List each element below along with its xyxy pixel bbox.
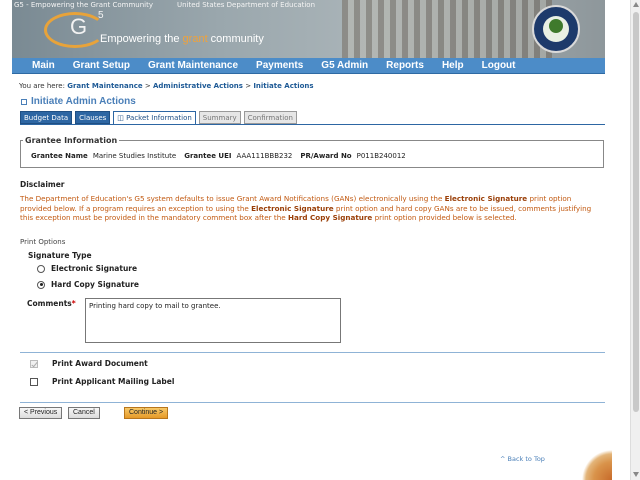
tab-confirmation: Confirmation [243,111,297,124]
nav-help[interactable]: Help [442,60,464,71]
back-to-top-link[interactable]: ^ Back to Top [500,455,545,463]
tab-packet-information[interactable]: ◫ Packet Information [113,111,196,125]
divider-top [20,352,605,353]
tab-strip: Budget Data Clauses ◫ Packet Information… [20,111,300,125]
print-award-document-checkbox [30,359,38,368]
corner-decoration [555,450,612,480]
grantee-name-value: Marine Studies Institute [92,152,177,160]
breadcrumb-grant-maintenance[interactable]: Grant Maintenance [67,82,142,90]
electronic-signature-label: Electronic Signature [51,264,138,273]
tagline-accent: grant [182,33,208,45]
divider-bottom [20,402,605,403]
g5-logo-letter: G [70,14,88,39]
tab-budget-data[interactable]: Budget Data [20,111,73,124]
main-nav: Main Grant Setup Grant Maintenance Payme… [12,58,605,74]
cancel-button[interactable]: Cancel [68,407,100,419]
breadcrumb-administrative-actions[interactable]: Administrative Actions [153,82,243,90]
pr-award-label: PR/Award No [300,152,352,160]
print-award-document-label: Print Award Document [52,359,148,368]
nav-g5-admin[interactable]: G5 Admin [321,60,368,71]
comments-label-text: Comments [27,299,72,308]
grantee-uei-label: Grantee UEI [184,152,232,160]
previous-button[interactable]: < Previous [19,407,63,419]
collapse-icon[interactable] [21,98,27,105]
vertical-scrollbar[interactable] [630,0,640,480]
nav-main[interactable]: Main [32,60,55,71]
comments-label: Comments* [27,299,76,308]
nav-payments[interactable]: Payments [256,60,303,71]
print-mailing-label-checkbox[interactable] [30,377,38,386]
required-asterisk: * [71,299,76,308]
hard-copy-signature-option[interactable]: Hard Copy Signature [37,280,139,289]
comments-textarea[interactable]: Printing hard copy to mail to grantee. [85,298,341,343]
nav-grant-setup[interactable]: Grant Setup [73,60,130,71]
seal-alt-text: United States Department of Education [177,1,316,9]
disclaimer-title: Disclaimer [20,180,65,189]
g5-logo-superscript: 5 [98,10,104,21]
disclaimer-bold2: Electronic Signature [251,203,334,213]
disclaimer-bold1: Electronic Signature [444,194,528,203]
seal-tree-icon [549,19,563,33]
disclaimer-bold3: Hard Copy Signature [287,213,373,223]
disclaimer-part4: print option provided below is selected. [372,213,517,223]
electronic-signature-radio[interactable] [37,264,45,273]
grantee-uei-value: AAA111BBB232 [236,152,293,160]
library-shelves-image [342,0,552,58]
tab-underline [20,124,605,125]
breadcrumb-initiate-actions[interactable]: Initiate Actions [253,82,313,90]
department-seal-icon [532,5,580,53]
hard-copy-signature-label: Hard Copy Signature [51,280,139,289]
tab-active-icon: ◫ [117,114,127,122]
nav-grant-maintenance[interactable]: Grant Maintenance [148,60,238,71]
tagline-prefix: Empowering the [100,33,183,45]
electronic-signature-option[interactable]: Electronic Signature [37,264,137,273]
page-title: Initiate Admin Actions [21,96,136,107]
grantee-name-label: Grantee Name [31,152,88,160]
print-mailing-label-label: Print Applicant Mailing Label [52,377,175,386]
header-banner: G5 - Empowering the Grant Community Unit… [12,0,605,58]
grantee-information-legend: Grantee Information [23,136,120,145]
page-title-text: Initiate Admin Actions [31,96,136,107]
disclaimer-text: The Department of Education's G5 system … [20,194,592,223]
tab-packet-information-label: Packet Information [126,114,192,122]
print-award-document-option: Print Award Document [30,359,148,368]
print-options-label: Print Options [20,238,66,246]
logo-alt-text: G5 - Empowering the Grant Community [14,1,154,9]
pr-award-value: P011B240012 [356,152,406,160]
breadcrumb-separator: > [245,82,252,90]
breadcrumb-prefix: You are here: [19,82,65,90]
tagline: Empowering the grant community [100,33,264,45]
disclaimer-part1: The Department of Education's G5 system … [20,194,445,203]
signature-type-label: Signature Type [28,251,92,260]
scroll-down-icon[interactable] [633,472,639,477]
tagline-suffix: community [207,33,264,45]
breadcrumb: You are here: Grant Maintenance > Admini… [19,82,314,90]
tab-clauses[interactable]: Clauses [75,111,111,124]
print-mailing-label-option[interactable]: Print Applicant Mailing Label [30,377,174,386]
page: G5 - Empowering the Grant Community Unit… [0,0,640,480]
continue-button[interactable]: Continue > [124,407,169,419]
breadcrumb-separator: > [144,82,151,90]
nav-reports[interactable]: Reports [386,60,424,71]
scrollbar-thumb[interactable] [633,12,639,412]
nav-logout[interactable]: Logout [482,60,516,71]
hard-copy-signature-radio[interactable] [37,280,45,289]
grantee-info-row: Grantee Name Marine Studies Institute Gr… [31,152,414,160]
scroll-up-icon[interactable] [633,2,639,7]
tab-summary: Summary [198,111,241,124]
